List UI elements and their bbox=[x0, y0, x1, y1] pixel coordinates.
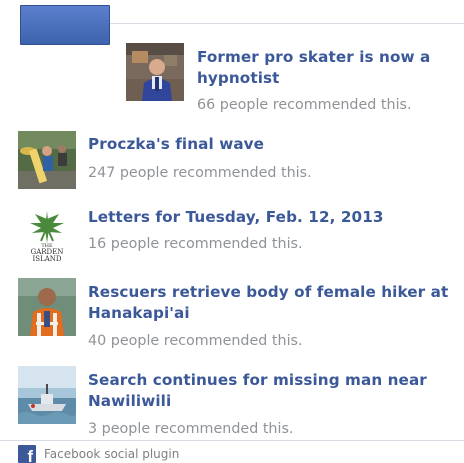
article-thumbnail[interactable] bbox=[18, 131, 76, 189]
recommendation-count: 40 bbox=[88, 333, 107, 349]
facebook-icon-glyph: f bbox=[27, 447, 33, 463]
rescuer-safety-vest-photo-icon bbox=[18, 278, 76, 336]
article-thumbnail[interactable] bbox=[126, 43, 184, 101]
article-title-link[interactable]: Rescuers retrieve body of female hiker a… bbox=[88, 282, 453, 324]
recommendation-suffix: people recommended this. bbox=[106, 236, 303, 252]
recommendation-count: 3 bbox=[88, 421, 98, 437]
logo-text-island: ISLAND bbox=[32, 255, 61, 263]
article-thumbnail[interactable]: THE GARDEN ISLAND bbox=[18, 205, 76, 263]
footer: f Facebook social plugin bbox=[18, 445, 179, 463]
article-thumbnail[interactable] bbox=[18, 278, 76, 336]
article-title-link[interactable]: Former pro skater is now a hypnotist bbox=[197, 47, 447, 89]
recommendation-suffix: people recommended this. bbox=[97, 421, 294, 437]
top-blue-button[interactable] bbox=[20, 5, 110, 45]
garden-island-logo-icon: THE GARDEN ISLAND bbox=[18, 205, 76, 263]
article-title-link[interactable]: Letters for Tuesday, Feb. 12, 2013 bbox=[88, 207, 448, 228]
facebook-icon[interactable]: f bbox=[18, 445, 36, 463]
footer-divider bbox=[0, 440, 464, 441]
recommendation-count-line: 3 people recommended this. bbox=[88, 420, 293, 438]
recommendation-count-line: 247 people recommended this. bbox=[88, 164, 312, 182]
article-thumbnail[interactable] bbox=[18, 366, 76, 424]
recommendation-count-line: 66 people recommended this. bbox=[197, 96, 412, 114]
boat-harbor-photo-icon bbox=[18, 366, 76, 424]
recommendation-count: 66 bbox=[197, 97, 216, 113]
footer-label[interactable]: Facebook social plugin bbox=[44, 447, 179, 461]
recommendation-suffix: people recommended this. bbox=[215, 97, 412, 113]
man-in-office-photo-icon bbox=[126, 43, 184, 101]
article-title-link[interactable]: Proczka's final wave bbox=[88, 134, 438, 155]
recommendation-count-line: 16 people recommended this. bbox=[88, 235, 303, 253]
recommendation-count: 16 bbox=[88, 236, 107, 252]
recommendation-suffix: people recommended this. bbox=[106, 333, 303, 349]
recommendation-count-line: 40 people recommended this. bbox=[88, 332, 303, 350]
recommendation-count: 247 bbox=[88, 165, 116, 181]
article-title-link[interactable]: Search continues for missing man near Na… bbox=[88, 370, 448, 412]
recommendation-suffix: people recommended this. bbox=[115, 165, 312, 181]
surfboard-crowd-photo-icon bbox=[18, 131, 76, 189]
